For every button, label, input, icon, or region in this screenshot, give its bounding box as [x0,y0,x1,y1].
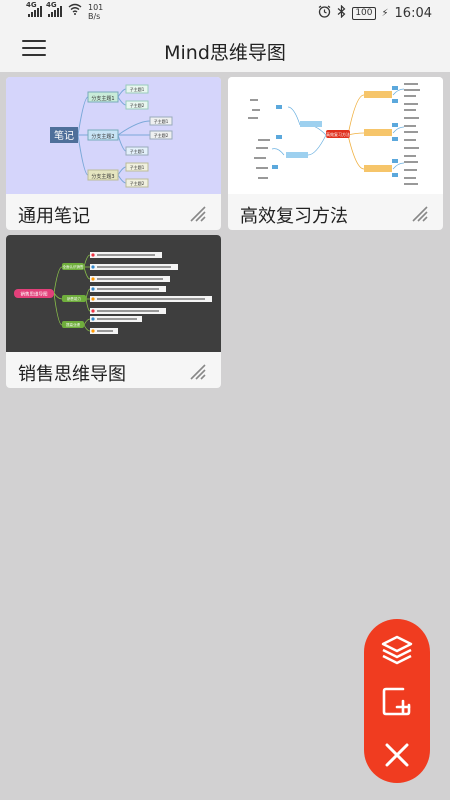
thumb-branch: 销售能力 [67,296,81,301]
net-speed: 101 B/s [88,3,103,21]
status-bar: 4G 4G 101 B/s 100 ⚡ 16:04 [0,0,450,26]
wifi-icon [68,3,82,17]
add-square-icon [382,687,411,716]
net-speed-unit: B/s [88,12,101,21]
cell-signal-1-icon: 4G [26,1,42,17]
thumb-leaf: 子主题1 [130,164,145,170]
templates-button[interactable] [377,629,417,669]
battery-level: 100 [352,7,376,20]
resize-handle-icon [412,206,428,222]
charging-icon: ⚡ [381,8,389,19]
bluetooth-icon [337,4,346,22]
thumb-leaf: 子主题1 [154,118,169,124]
thumb-leaf: 子主题1 [130,86,145,92]
thumb-branch: 分支主题2 [91,133,114,140]
page-title: Mind思维导图 [164,42,286,64]
resize-handle-icon [190,364,206,380]
thumb-leaf: 子主题2 [130,180,145,186]
mindmap-card-general-notes[interactable]: 笔记 分支主题1 分支主题2 分支主题3 子主题1 子主题2 子主题1 子主题2… [6,77,221,230]
layers-icon [381,635,413,665]
cell-signal-2-icon: 4G [46,1,62,17]
mindmap-thumbnail: 销售思维导图 全面认识销售 销售能力 提高业绩 [6,235,221,352]
thumb-center-node: 高效复习方法 [326,131,350,137]
close-icon [385,743,409,767]
thumb-leaf: 子主题2 [130,102,145,108]
mindmap-card-review-methods[interactable]: 高效复习方法 高效复习方法 [228,77,443,230]
clock: 16:04 [394,6,432,21]
thumb-leaf: 子主题2 [154,132,169,138]
new-mindmap-button[interactable] [377,681,417,721]
thumb-center-node: 笔记 [54,129,74,142]
thumb-center-node: 销售思维导图 [21,291,48,298]
alarm-icon [318,5,331,22]
mindmap-thumbnail: 高效复习方法 [228,77,443,194]
card-title: 销售思维导图 [18,364,126,385]
thumb-branch: 提高业绩 [66,322,80,327]
signal-2-label: 4G [46,1,57,9]
thumb-leaf: 子主题1 [130,148,145,154]
app-header: Mind思维导图 [0,26,450,72]
signal-1-label: 4G [26,1,37,9]
resize-handle-icon [190,206,206,222]
thumb-branch: 全面认识销售 [63,264,84,269]
floating-action-menu [364,619,430,783]
card-title: 通用笔记 [18,206,90,227]
thumb-branch: 分支主题3 [91,173,114,180]
thumb-branch: 分支主题1 [91,95,114,102]
mindmap-thumbnail: 笔记 分支主题1 分支主题2 分支主题3 子主题1 子主题2 子主题1 子主题2… [6,77,221,194]
card-title: 高效复习方法 [240,206,348,227]
net-speed-value: 101 [88,3,104,12]
mindmap-card-sales[interactable]: 销售思维导图 全面认识销售 销售能力 提高业绩 销售思维导图 [6,235,221,388]
close-menu-button[interactable] [377,735,417,775]
